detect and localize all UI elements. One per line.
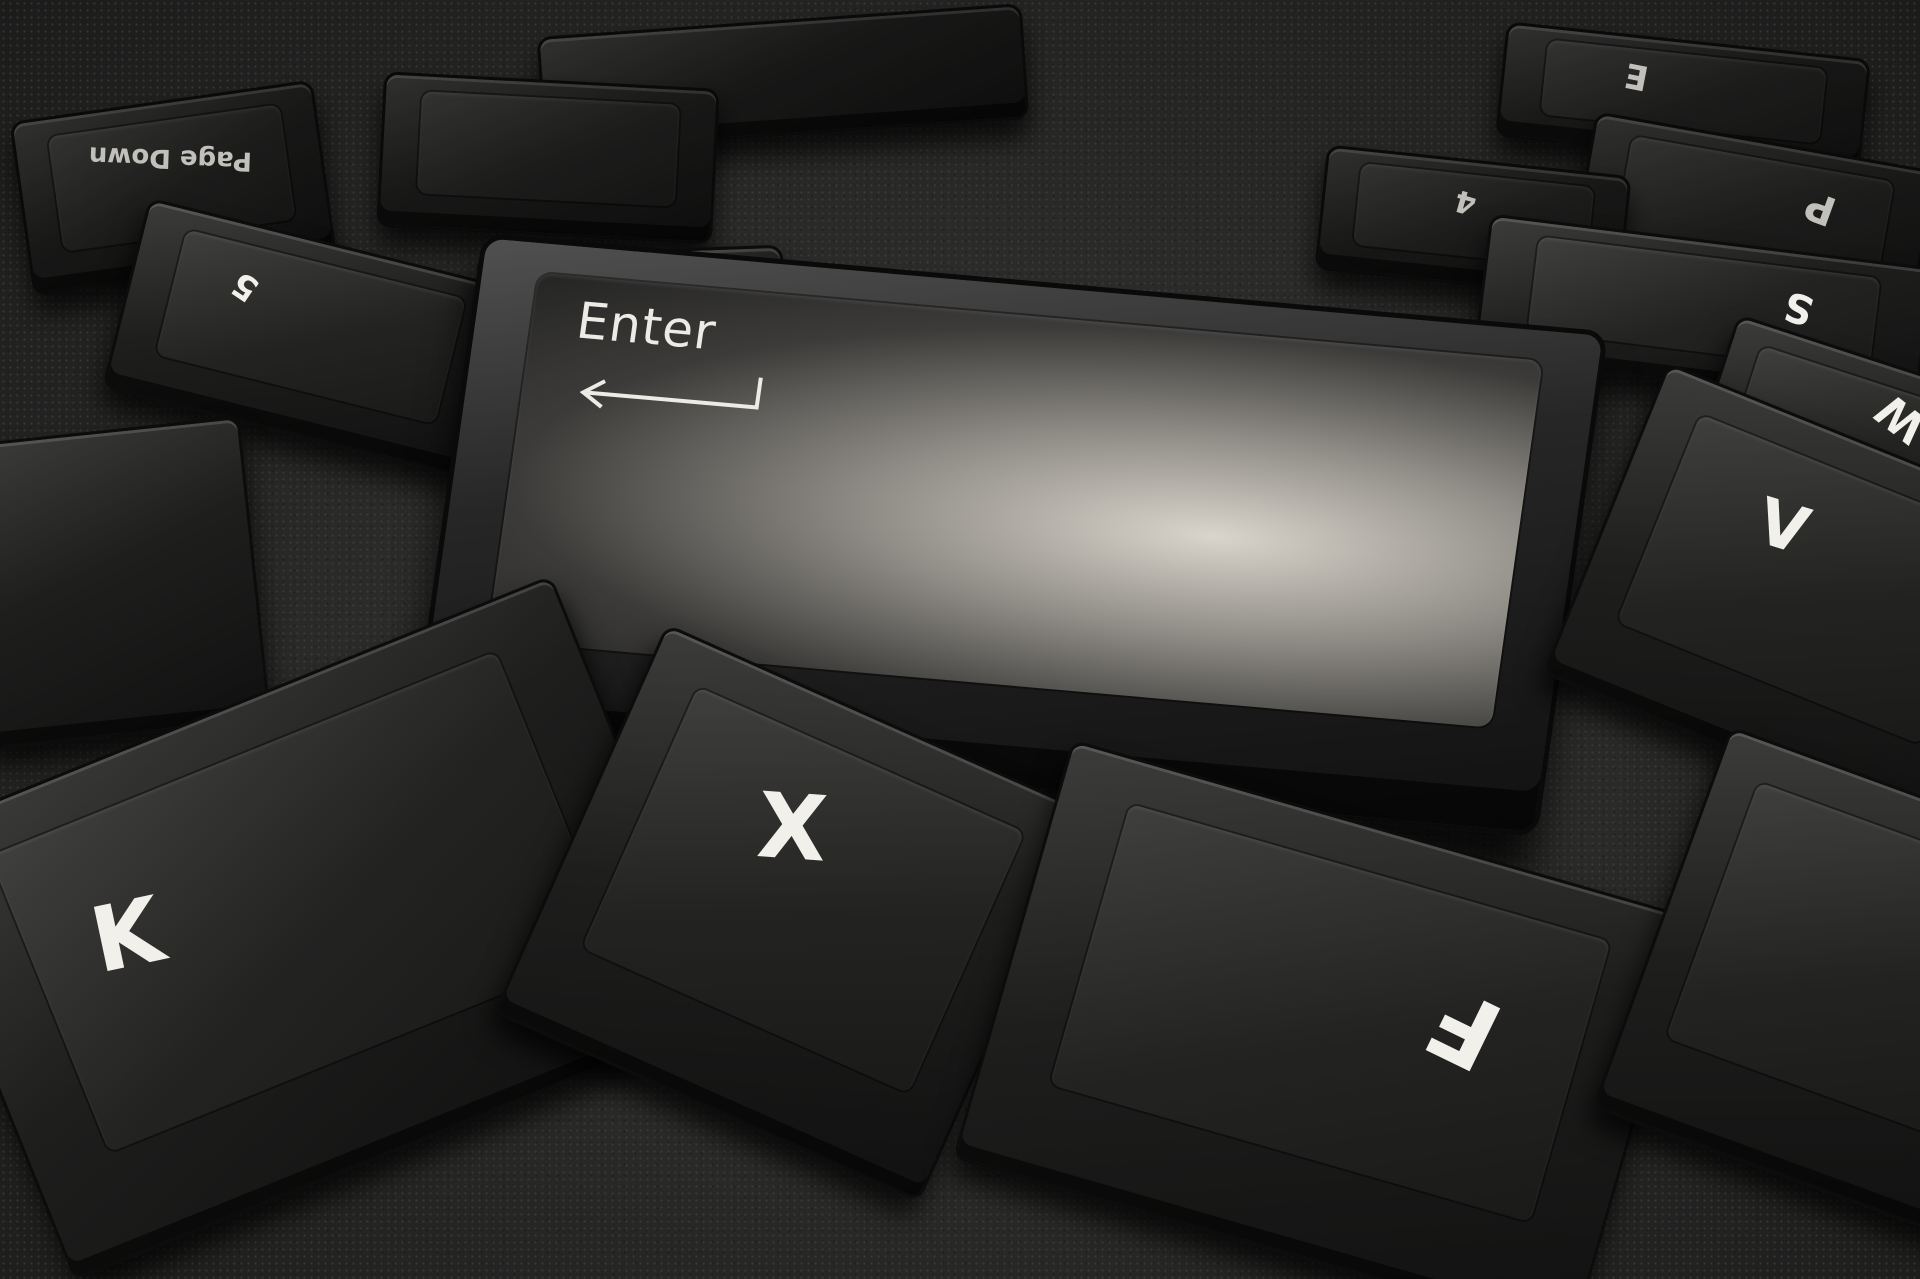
keycap-enter-legend: Enter	[573, 291, 720, 362]
keycap-page-down-legend: Page Down	[88, 140, 253, 176]
keycap-pile-photo: E Page Down P 4 S 5 C W Enter	[0, 0, 1920, 1279]
keycap-x-legend: X	[753, 773, 831, 883]
keycap-left-stack	[0, 415, 272, 751]
keycap-v-back	[376, 71, 720, 245]
keycap-right-front	[1592, 726, 1920, 1240]
keycap-f: F	[952, 739, 1694, 1279]
